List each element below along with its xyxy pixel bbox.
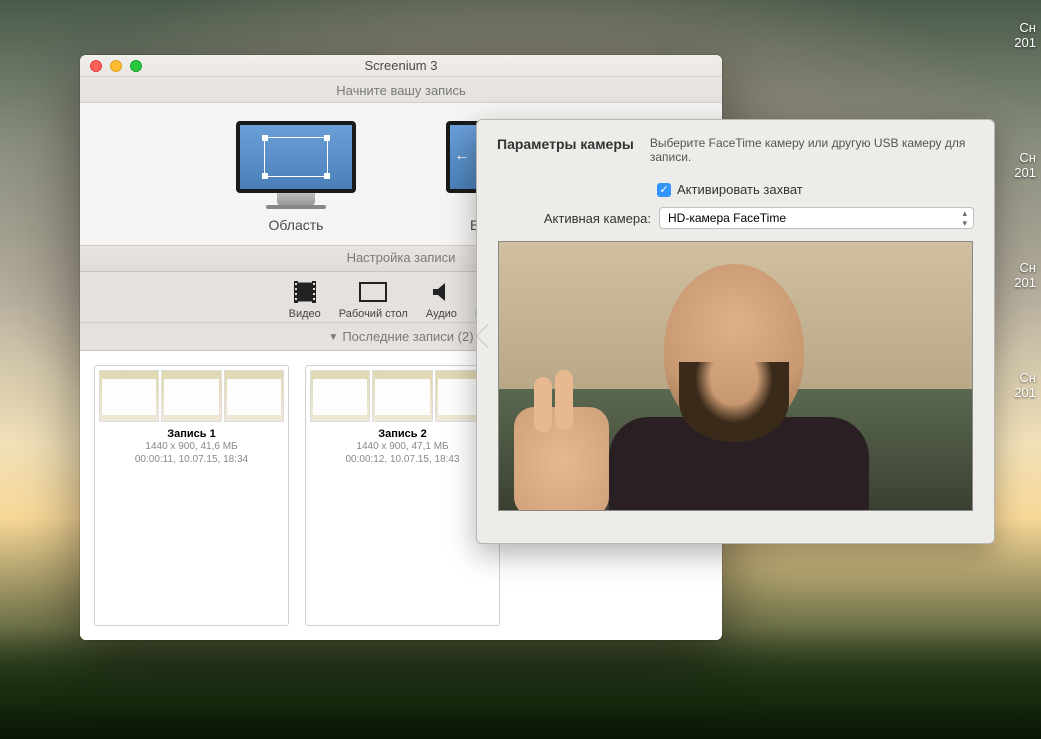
record-card[interactable]: Запись 1 1440 x 900, 41,6 МБ 00:00:11, 1… [94,365,289,626]
mode-area[interactable]: Область [206,121,386,233]
film-icon [290,280,320,304]
tab-video[interactable]: Видео [289,280,321,320]
record-card[interactable]: Запись 2 1440 x 900, 47,1 МБ 00:00:12, 1… [305,365,500,626]
tab-desktop[interactable]: Рабочий стол [339,280,408,320]
desktop-file-4[interactable]: Сн201 [1014,370,1036,400]
activate-capture-label: Активировать захват [677,182,803,197]
chevron-down-icon: ▼ [328,332,338,343]
active-camera-dropdown[interactable]: HD-камера FaceTime ▴▾ [659,207,974,229]
desktop-file-3[interactable]: Сн201 [1014,260,1036,290]
window-subtitle: Начните вашу запись [80,77,722,103]
mode-area-label: Область [206,217,386,233]
camera-popover: Параметры камеры Выберите FaceTime камер… [476,119,995,544]
desktop-file-2[interactable]: Сн201 [1014,150,1036,180]
desktop-icon [358,280,388,304]
record-name: Запись 1 [99,428,284,440]
titlebar[interactable]: Screenium 3 [80,55,722,77]
chevron-updown-icon: ▴▾ [962,209,967,228]
speaker-icon [426,280,456,304]
window-title: Screenium 3 [80,58,722,73]
popover-title: Параметры камеры [497,136,634,164]
popover-description: Выберите FaceTime камеру или другую USB … [650,136,974,164]
active-camera-label: Активная камера: [497,211,651,226]
desktop-file-1[interactable]: Сн201 [1014,20,1036,50]
record-name: Запись 2 [310,428,495,440]
camera-preview [498,241,973,511]
activate-capture-checkbox[interactable]: ✓ [657,183,671,197]
tab-audio[interactable]: Аудио [426,280,457,320]
